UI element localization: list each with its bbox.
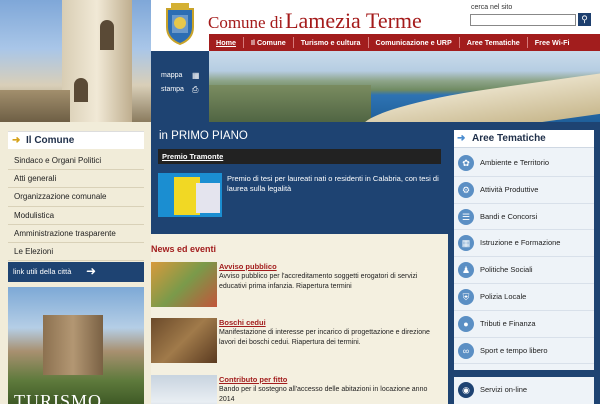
coat-of-arms-icon[interactable] bbox=[163, 3, 197, 45]
news-title: News ed eventi bbox=[151, 244, 217, 254]
link-utili-label: link utili della città bbox=[13, 267, 72, 276]
search-icon: ⚲ bbox=[581, 14, 588, 24]
right-column: ➜ Aree Tematiche ✿ Ambiente e Territorio… bbox=[448, 122, 600, 404]
area-item-polizia[interactable]: ⛨ Polizia Locale bbox=[454, 284, 594, 311]
area-item-attivita[interactable]: ⚙ Attività Produttive bbox=[454, 177, 594, 204]
il-comune-header: ➜ Il Comune bbox=[8, 131, 144, 149]
area-label: Politiche Sociali bbox=[480, 265, 533, 275]
turismo-label: TURISMO bbox=[14, 391, 103, 404]
area-item-istruzione[interactable]: ▦ Istruzione e Formazione bbox=[454, 230, 594, 258]
premio-tramonte-text[interactable]: Premio di tesi per laureati nati o resid… bbox=[227, 174, 439, 194]
header: Comune di Lamezia Terme cerca nel sito ⚲… bbox=[0, 0, 600, 122]
mappa-link[interactable]: mappa bbox=[161, 72, 182, 79]
servizi-online-label: Servizi on-line bbox=[480, 385, 528, 394]
search-input[interactable] bbox=[470, 14, 576, 26]
area-label: Sport e tempo libero bbox=[480, 345, 548, 355]
premio-tramonte-image[interactable] bbox=[158, 173, 222, 217]
aree-tematiche-header: ➜ Aree Tematiche bbox=[454, 130, 594, 148]
nav-il-comune[interactable]: Il Comune bbox=[244, 37, 294, 48]
menu-item-organizzazione[interactable]: Organizzazione comunale bbox=[8, 188, 144, 207]
menu-item-sindaco[interactable]: Sindaco e Organi Politici bbox=[8, 152, 144, 171]
main-nav: Home Il Comune Turismo e cultura Comunic… bbox=[209, 34, 600, 51]
area-item-tributi[interactable]: ● Tributi e Finanza bbox=[454, 311, 594, 338]
news-item-title[interactable]: Contributo per fitto bbox=[219, 375, 287, 384]
il-comune-title: Il Comune bbox=[26, 135, 75, 146]
area-label: Tributi e Finanza bbox=[480, 318, 536, 328]
nav-free-wifi[interactable]: Free Wi-Fi bbox=[528, 37, 577, 48]
news-image[interactable] bbox=[151, 375, 217, 404]
coins-icon: ● bbox=[458, 315, 474, 332]
leaf-icon: ✿ bbox=[458, 155, 474, 171]
news-image[interactable] bbox=[151, 318, 217, 363]
news-item-title[interactable]: Avviso pubblico bbox=[219, 262, 277, 271]
area-label: Ambiente e Territorio bbox=[480, 158, 550, 167]
area-item-ambiente[interactable]: ✿ Ambiente e Territorio bbox=[454, 150, 594, 177]
menu-item-atti[interactable]: Atti generali bbox=[8, 170, 144, 189]
area-label: Attività Produttive bbox=[480, 184, 539, 194]
area-label: Istruzione e Formazione bbox=[480, 238, 561, 248]
arrow-right-icon: ➜ bbox=[457, 133, 466, 144]
site-title-main: Lamezia Terme bbox=[285, 8, 422, 33]
nav-comunicazione[interactable]: Comunicazione e URP bbox=[369, 37, 460, 48]
primo-piano-section: in PRIMO PIANO Premio Tramonte Premio di… bbox=[151, 122, 448, 234]
menu-item-modulistica[interactable]: Modulistica bbox=[8, 206, 144, 225]
search-label: cerca nel sito bbox=[471, 4, 513, 11]
left-column: ➜ Il Comune Sindaco e Organi Politici At… bbox=[0, 122, 151, 404]
arrow-right-icon: ➜ bbox=[86, 264, 97, 278]
area-label: Polizia Locale bbox=[480, 292, 527, 301]
bicycle-icon: ∞ bbox=[458, 342, 474, 359]
news-item-title[interactable]: Boschi cedui bbox=[219, 318, 266, 327]
gears-icon: ⚙ bbox=[458, 181, 474, 198]
search-button[interactable]: ⚲ bbox=[578, 13, 591, 26]
premio-tramonte-link[interactable]: Premio Tramonte bbox=[158, 149, 441, 164]
area-item-politiche[interactable]: ♟ Politiche Sociali bbox=[454, 257, 594, 284]
aree-tematiche-title: Aree Tematiche bbox=[472, 133, 546, 144]
link-utili-button[interactable]: link utili della città ➜ bbox=[8, 262, 144, 282]
header-photo-tower bbox=[0, 0, 151, 122]
menu-item-elezioni[interactable]: Le Elezioni bbox=[8, 242, 144, 262]
aree-tematiche-box: ➜ Aree Tematiche ✿ Ambiente e Territorio… bbox=[454, 130, 594, 370]
turismo-banner[interactable]: TURISMO bbox=[8, 287, 144, 404]
document-icon: ☰ bbox=[458, 208, 474, 225]
nav-turismo[interactable]: Turismo e cultura bbox=[294, 37, 369, 48]
people-icon: ♟ bbox=[458, 262, 474, 279]
news-item-text: Manifestazione di interesse per incarico… bbox=[219, 329, 430, 346]
arrow-right-icon: ➜ bbox=[12, 135, 21, 146]
logo-area: Comune di Lamezia Terme cerca nel sito ⚲ bbox=[151, 0, 600, 45]
servizi-online-link[interactable]: ◉ Servizi on-line bbox=[454, 377, 594, 404]
shield-icon: ⛨ bbox=[458, 289, 474, 305]
news-image[interactable] bbox=[151, 262, 217, 307]
menu-item-amministrazione[interactable]: Amministrazione trasparente bbox=[8, 224, 144, 243]
globe-icon: ◉ bbox=[458, 382, 474, 398]
sitemap-icon[interactable]: ▦ bbox=[192, 71, 200, 80]
stampa-link[interactable]: stampa bbox=[161, 86, 184, 93]
nav-home[interactable]: Home bbox=[209, 37, 244, 48]
primo-piano-title: in PRIMO PIANO bbox=[159, 130, 248, 142]
site-title-prefix: Comune di bbox=[208, 13, 284, 32]
print-icon[interactable]: ⎙ bbox=[192, 85, 198, 95]
area-item-bandi[interactable]: ☰ Bandi e Concorsi bbox=[454, 204, 594, 231]
news-item-text: Bando per il sostegno all'accesso delle … bbox=[219, 386, 428, 403]
area-label: Bandi e Concorsi bbox=[480, 211, 538, 221]
book-icon: ▦ bbox=[458, 235, 474, 252]
site-title[interactable]: Comune di Lamezia Terme bbox=[208, 8, 422, 34]
nav-aree-tematiche[interactable]: Aree Tematiche bbox=[460, 37, 528, 48]
area-item-sport[interactable]: ∞ Sport e tempo libero bbox=[454, 338, 594, 365]
header-photo-panorama bbox=[151, 51, 600, 122]
news-item-text: Avviso pubblico per l'accreditamento sog… bbox=[219, 273, 418, 290]
il-comune-menu: Sindaco e Organi Politici Atti generali … bbox=[8, 152, 144, 262]
side-links: mappa ▦ stampa ⎙ bbox=[151, 51, 209, 122]
news-section: News ed eventi Avviso pubblico Avviso pu… bbox=[151, 234, 448, 404]
